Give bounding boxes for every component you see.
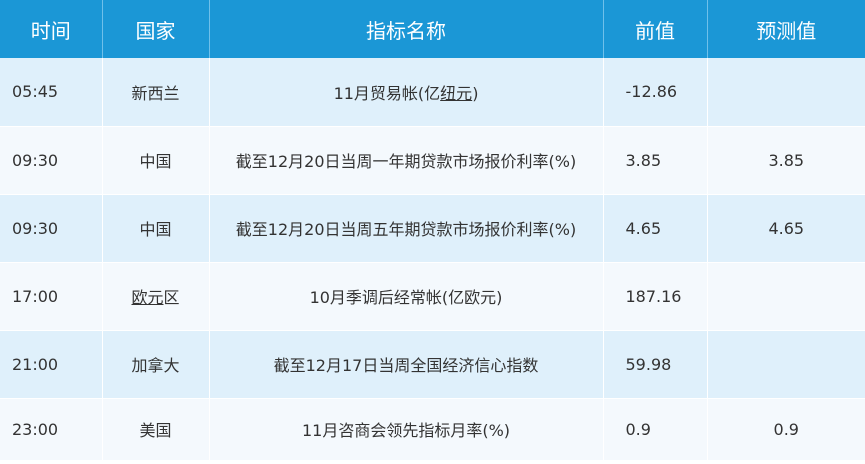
- table-row: 23:00 美国 11月咨商会领先指标月率(%) 0.9 0.9: [0, 398, 865, 461]
- header-country: 国家: [102, 0, 210, 58]
- header-row: 时间 国家 指标名称 前值 预测值: [0, 0, 865, 58]
- country-cell: 加拿大: [102, 330, 210, 399]
- country-cell: 欧元区: [102, 262, 210, 331]
- table-row: 09:30 中国 截至12月20日当周五年期贷款市场报价利率(%) 4.65 4…: [0, 194, 865, 263]
- table-row: 21:00 加拿大 截至12月17日当周全国经济信心指数 59.98: [0, 330, 865, 399]
- header-time: 时间: [0, 0, 103, 58]
- table-body: 05:45 新西兰 11月贸易帐(亿纽元) -12.86 09:30 中国 截至…: [0, 58, 865, 461]
- country-cell: 中国: [102, 194, 210, 263]
- time-cell: 17:00: [0, 262, 103, 331]
- indicator-cell: 10月季调后经常帐(亿欧元): [209, 262, 604, 331]
- time-cell: 21:00: [0, 330, 103, 399]
- previous-cell: 59.98: [603, 330, 708, 399]
- time-cell: 23:00: [0, 398, 103, 461]
- indicator-cell: 截至12月20日当周一年期贷款市场报价利率(%): [209, 126, 604, 195]
- previous-cell: 0.9: [603, 398, 708, 461]
- country-link[interactable]: 欧元: [131, 288, 163, 307]
- country-cell: 新西兰: [102, 58, 210, 127]
- table-header: 时间 国家 指标名称 前值 预测值: [0, 0, 865, 58]
- previous-cell: 3.85: [603, 126, 708, 195]
- currency-link[interactable]: 纽元: [440, 84, 472, 103]
- economic-calendar-table: 时间 国家 指标名称 前值 预测值 05:45 新西兰 11月贸易帐(亿纽元) …: [0, 0, 865, 461]
- forecast-cell: [707, 262, 865, 331]
- forecast-cell: [707, 330, 865, 399]
- header-indicator: 指标名称: [209, 0, 604, 58]
- indicator-cell: 11月咨商会领先指标月率(%): [209, 398, 604, 461]
- indicator-text-suffix: ): [472, 83, 479, 103]
- country-suffix: 区: [163, 288, 180, 307]
- previous-cell: -12.86: [603, 58, 708, 127]
- time-cell: 09:30: [0, 194, 103, 263]
- forecast-cell: 4.65: [707, 194, 865, 263]
- table-row: 05:45 新西兰 11月贸易帐(亿纽元) -12.86: [0, 58, 865, 127]
- previous-cell: 187.16: [603, 262, 708, 331]
- indicator-cell: 11月贸易帐(亿纽元): [209, 58, 604, 127]
- previous-cell: 4.65: [603, 194, 708, 263]
- country-cell: 中国: [102, 126, 210, 195]
- header-previous: 前值: [603, 0, 708, 58]
- forecast-cell: [707, 58, 865, 127]
- indicator-cell: 截至12月17日当周全国经济信心指数: [209, 330, 604, 399]
- header-forecast: 预测值: [756, 18, 817, 43]
- time-cell: 05:45: [0, 58, 103, 127]
- indicator-text: 11月贸易帐(亿: [333, 83, 441, 103]
- indicator-cell: 截至12月20日当周五年期贷款市场报价利率(%): [209, 194, 604, 263]
- forecast-cell: 3.85: [707, 126, 865, 195]
- table-row: 09:30 中国 截至12月20日当周一年期贷款市场报价利率(%) 3.85 3…: [0, 126, 865, 195]
- time-cell: 09:30: [0, 126, 103, 195]
- table-row: 17:00 欧元区 10月季调后经常帐(亿欧元) 187.16: [0, 262, 865, 331]
- forecast-cell: 0.9: [707, 398, 865, 461]
- country-cell: 美国: [102, 398, 210, 461]
